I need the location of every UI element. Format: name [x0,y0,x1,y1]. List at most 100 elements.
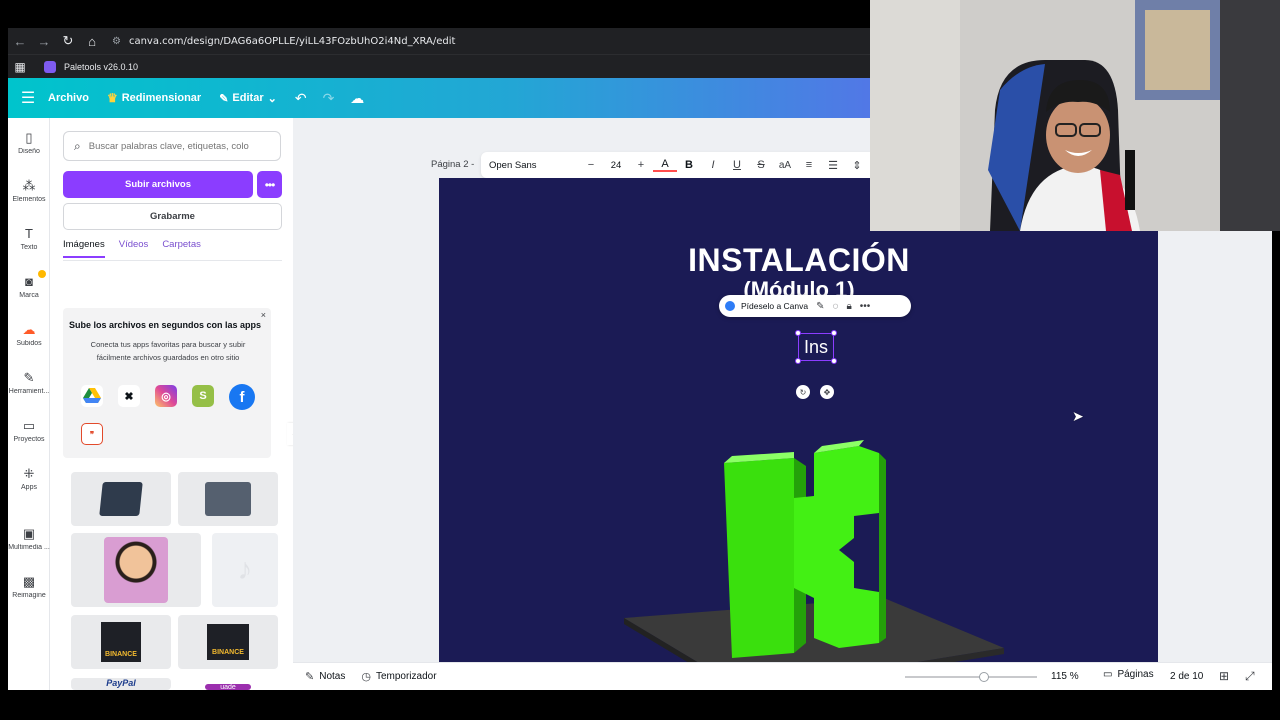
fullscreen-icon[interactable]: ⤢ [1245,669,1255,684]
kick-logo-3d-image[interactable] [614,438,1004,690]
thumb-portrait[interactable] [71,533,201,607]
resize-handle[interactable] [795,358,801,364]
slide-title[interactable]: INSTALACIÓN [619,242,979,279]
slide-canvas[interactable]: INSTALACIÓN (Módulo 1) Pídeselo a Canva … [439,178,1158,690]
google-drive-icon[interactable] [81,385,103,407]
bold-icon[interactable]: B [677,159,701,171]
underline-icon[interactable]: U [725,159,749,171]
more-icon[interactable]: ••• [860,301,871,312]
pages-icon: ▭ [1103,669,1113,680]
streamer-webcam-image [870,0,1280,231]
thumb-tiktok[interactable]: ♪ [212,533,278,607]
timer-icon[interactable]: ◷ [361,670,371,683]
lock-icon[interactable]: 🔒︎ [846,301,851,312]
upload-files-button[interactable]: Subir archivos [63,171,253,198]
file-menu[interactable]: Archivo [48,92,89,104]
thumb-binance-1[interactable]: BINANCE [71,615,171,669]
move-icon[interactable]: ✥ [820,385,834,399]
grid-view-icon[interactable]: ⊞ [1219,669,1229,683]
home-icon[interactable]: ⌂ [80,34,104,49]
edit-menu[interactable]: ✎ Editar ⌄ [219,92,277,105]
reload-icon[interactable]: ↻ [56,33,80,49]
spacing-icon[interactable]: ⇕ [845,159,869,172]
resize-handle[interactable] [795,330,801,336]
zoom-slider-thumb[interactable] [979,672,990,682]
mouse-cursor-icon: ➤ [1072,408,1084,424]
comment-icon[interactable]: ◌ [833,301,839,312]
rotate-icon[interactable]: ↻ [796,385,810,399]
rail-item-elements[interactable]: ⁂ Elementos [8,178,50,203]
more-options-icon[interactable]: ••• [257,171,282,198]
rail-item-tools[interactable]: ✎ Herramient... [8,370,50,395]
tab-images[interactable]: Imágenes [63,239,105,258]
rail-item-brand[interactable]: ◙ Marca [8,274,50,299]
undo-icon[interactable]: ↶ [295,90,307,107]
notes-icon[interactable]: ✎ [305,670,314,683]
thumb-uade[interactable]: uade [205,684,251,690]
apps-grid-icon[interactable]: ▦ [8,60,32,74]
rail-item-apps[interactable]: ⁜ Apps [8,466,50,491]
font-size-field[interactable]: 24 [603,160,629,171]
thumb-streamdeck-2[interactable] [178,472,278,526]
rail-item-text[interactable]: T Texto [8,226,50,251]
promo-description: Conecta tus apps favoritas para buscar y… [90,340,246,362]
thumb-paypal[interactable]: PayPal [71,678,171,690]
record-button[interactable]: Grabarme [63,203,282,230]
italic-icon[interactable]: I [701,159,725,171]
timer-button[interactable]: Temporizador [376,671,437,682]
strikethrough-icon[interactable]: S [749,159,773,171]
list-icon[interactable]: ☰ [821,159,845,172]
increase-size-icon[interactable]: + [629,159,653,171]
left-rail: ▯ Diseño ⁂ Elementos T Texto ◙ Marca ☁ S… [8,118,50,690]
pages-button[interactable]: ▭ Páginas [1103,669,1154,680]
zoom-value[interactable]: 115 % [1051,671,1079,682]
thumb-streamdeck-1[interactable] [71,472,171,526]
notes-button[interactable]: Notas [319,671,345,682]
url-text[interactable]: canva.com/design/DAG6a6OPLLE/yiLL43FOzbU… [129,36,455,47]
tab-videos[interactable]: Vídeos [119,239,149,258]
capcut-icon[interactable]: ✖ [118,385,140,407]
menu-icon[interactable]: ☰ [8,88,48,108]
search-input[interactable] [88,140,259,152]
bookmark-paletools[interactable]: Paletools v26.0.10 [64,62,138,72]
rail-label: Diseño [18,148,40,155]
resize-handle[interactable] [831,358,837,364]
cloud-saved-icon[interactable]: ☁ [350,90,364,107]
search-box[interactable]: ⌕ [63,131,281,161]
selected-text[interactable]: Ins [799,334,833,360]
divider [63,260,282,261]
rail-label: Multimedia ... [8,544,50,551]
rail-item-uploads[interactable]: ☁ Subidos [8,322,50,347]
tab-folders[interactable]: Carpetas [162,239,201,258]
panel-tabs: Imágenes Vídeos Carpetas [63,239,201,258]
align-icon[interactable]: ≡ [797,159,821,171]
zoom-slider[interactable] [905,672,1037,682]
shopify-icon[interactable]: S [192,385,214,407]
page-label[interactable]: Página 2 - [431,159,474,170]
ask-canva-button[interactable]: Pídeselo a Canva [741,301,808,311]
selected-text-box[interactable]: Ins [795,330,837,364]
instagram-icon[interactable]: ◎ [155,385,177,407]
magic-write-icon[interactable]: ✎ [816,301,824,312]
rail-label: Subidos [16,340,42,347]
text-color-icon[interactable]: A [653,158,677,172]
rail-item-projects[interactable]: ▭ Proyectos [8,418,50,443]
rail-item-reimagine[interactable]: ▩ Reimagine [8,574,50,599]
decrease-size-icon[interactable]: − [579,159,603,171]
font-selector[interactable]: Open Sans [489,160,579,171]
thumb-binance-2[interactable]: BINANCE [178,615,278,669]
quote-app-icon[interactable]: ❞ [81,423,103,445]
facebook-icon[interactable]: f [229,384,255,410]
rail-item-media[interactable]: ▣ Multimedia ... [8,526,50,551]
crown-icon: ♛ [106,91,118,105]
close-icon[interactable]: × [261,310,266,320]
forward-icon[interactable]: → [32,34,56,49]
back-icon[interactable]: ← [8,34,32,49]
case-icon[interactable]: aA [773,160,797,171]
rail-item-design[interactable]: ▯ Diseño [8,130,50,155]
resize-handle[interactable] [831,330,837,336]
site-info-icon[interactable]: ⚙ [112,36,121,47]
portrait-image [104,537,168,603]
resize-button[interactable]: ♛ Redimensionar [107,91,201,105]
redo-icon[interactable]: ↷ [323,90,335,107]
